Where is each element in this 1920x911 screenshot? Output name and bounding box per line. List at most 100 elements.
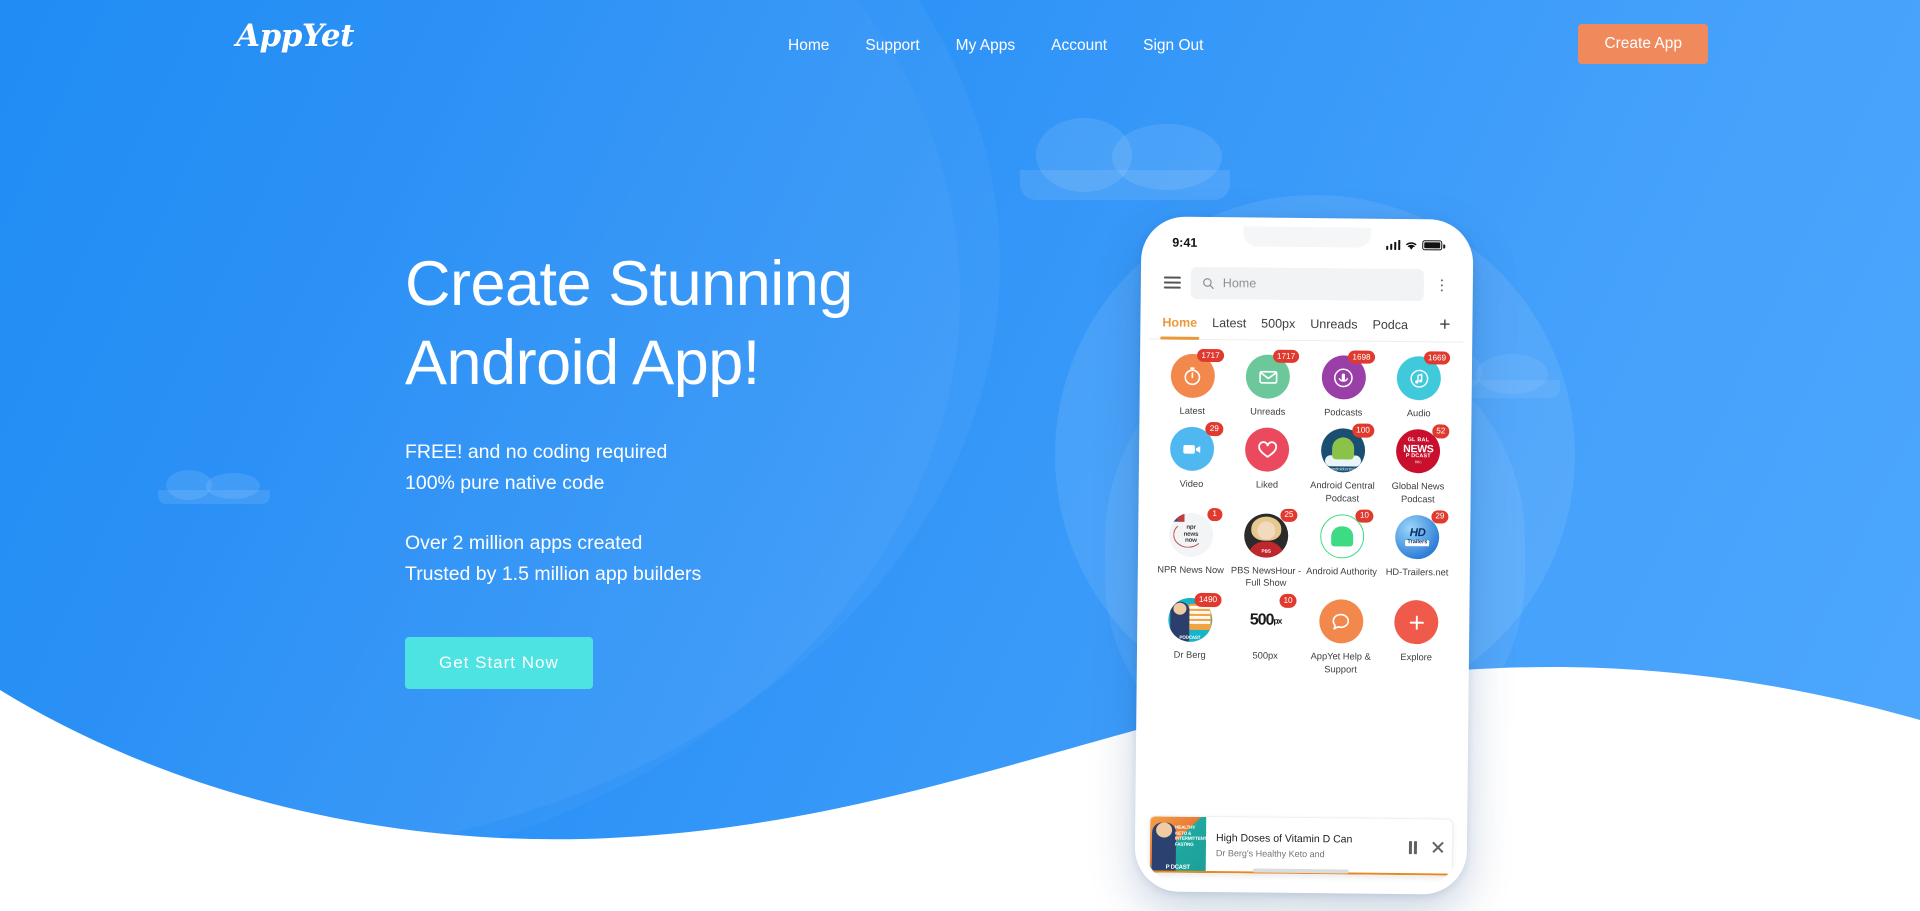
tab-podca[interactable]: Podca	[1372, 307, 1408, 341]
app-tile-label: AppYet Help & Support	[1310, 651, 1371, 675]
hero-sub1-line2: 100% pure native code	[405, 472, 605, 495]
unread-count-badge: 29	[1205, 422, 1224, 436]
page-title: Create Stunning Android App!	[405, 245, 853, 403]
top-navigation-bar: AppYet Home Support My Apps Account Sign Out…	[0, 0, 1920, 86]
hero-title-line-2: Android App!	[405, 327, 760, 398]
app-tile[interactable]: 500 px 10 500px	[1227, 594, 1303, 675]
app-tile-label: HD-Trailers.net	[1385, 566, 1449, 578]
search-icon	[1203, 277, 1214, 289]
brand-logo[interactable]: AppYet	[236, 18, 354, 54]
player-artwork-text: HEALTHY KETO & INTERMITTENT FASTING	[1174, 824, 1207, 848]
hero-title-line-1: Create Stunning	[405, 249, 853, 319]
unread-count-badge: 10	[1355, 509, 1374, 523]
app-icon-wrapper: 1669	[1396, 351, 1451, 401]
unread-count-badge: 1490	[1194, 593, 1222, 607]
app-tile-label: Unreads	[1250, 406, 1286, 417]
app-icon-wrapper	[1318, 599, 1364, 644]
hero-sub2-line2: Trusted by 1.5 million app builders	[405, 563, 702, 586]
app-tile[interactable]: GL BAL NEWS P DCAST BBC 52 Global News Podcas…	[1380, 424, 1456, 505]
app-tile[interactable]: AppYet Help & Support	[1303, 599, 1379, 675]
app-icon-wrapper: 1717	[1170, 348, 1224, 399]
app-tile-label: Video	[1179, 478, 1204, 490]
close-player-button[interactable]	[1424, 840, 1452, 854]
hero-subtitle-group-2: Over 2 million apps created Trusted by 1…	[405, 528, 853, 591]
unread-count-badge: 1669	[1423, 351, 1451, 365]
app-tile[interactable]: 1717 Latest	[1154, 348, 1230, 417]
create-app-button[interactable]: Create App	[1578, 24, 1708, 64]
player-subtitle: Dr Berg's Healthy Keto and	[1215, 847, 1325, 860]
tab-bar: Home Latest 500px Unreads Podca +	[1149, 305, 1464, 343]
app-tile[interactable]: PBS 25 PBS NewsHour - Full Show	[1228, 508, 1304, 589]
app-tile[interactable]: Liked	[1229, 427, 1305, 503]
tab-unreads[interactable]: Unreads	[1310, 307, 1358, 341]
app-icon-wrapper: GL BAL NEWS P DCAST BBC 52	[1396, 424, 1450, 474]
cloud-decoration-top	[1020, 118, 1230, 200]
app-grid: 1717 Latest 1717 Unreads 1698 Podcasts 1669 Aud…	[1144, 339, 1463, 819]
app-tile[interactable]: PODCAST 1490 Dr Berg	[1152, 593, 1228, 674]
app-tile-label: Android Authority	[1306, 565, 1378, 577]
plus-icon	[1394, 600, 1439, 645]
app-tile[interactable]: npr news now 1 NPR News Now	[1153, 507, 1229, 588]
hero-section: Create Stunning Android App! FREE! and n…	[405, 245, 853, 689]
app-tile[interactable]: 29 Video	[1154, 422, 1230, 503]
unread-count-badge: 1717	[1272, 349, 1300, 364]
unread-count-badge: 1717	[1197, 348, 1224, 363]
search-input[interactable]: Home	[1190, 266, 1425, 302]
media-player-bar[interactable]: HEALTHY KETO & INTERMITTENT FASTING P DC…	[1149, 816, 1453, 876]
app-icon-wrapper	[1394, 600, 1439, 645]
unread-count-badge: 29	[1431, 510, 1449, 524]
app-icon-wrapper	[1245, 427, 1290, 473]
app-icon-wrapper: 500 px 10	[1243, 594, 1297, 644]
nav-link-my-apps[interactable]: My Apps	[938, 33, 1033, 59]
nav-link-home[interactable]: Home	[770, 33, 847, 59]
get-start-now-button[interactable]: Get Start Now	[405, 636, 593, 689]
app-tile[interactable]: 10 Android Authority	[1304, 509, 1380, 590]
unread-count-badge: 100	[1351, 423, 1375, 438]
overflow-menu-icon[interactable]	[1434, 279, 1450, 292]
app-tile-label: NPR News Now	[1157, 564, 1224, 575]
heart-icon	[1245, 427, 1290, 473]
unread-count-badge: 25	[1280, 508, 1298, 523]
cloud-decoration-left	[158, 470, 270, 504]
tab-500px[interactable]: 500px	[1261, 306, 1295, 340]
app-tile[interactable]: HD Trailers 29 HD-Trailers.net	[1379, 510, 1455, 591]
npr-artwork: npr news now	[1168, 512, 1214, 557]
hero-sub1-line1: FREE! and no coding required	[405, 440, 668, 463]
nav-link-sign-out[interactable]: Sign Out	[1125, 33, 1221, 59]
unread-count-badge: 10	[1279, 594, 1297, 608]
app-tile[interactable]: 1669 Audio	[1381, 351, 1457, 420]
unread-count-badge: 1	[1207, 507, 1223, 522]
unread-count-badge: 1698	[1348, 350, 1375, 365]
app-tile-label: 500px	[1252, 650, 1278, 662]
app-tile-label: Dr Berg	[1173, 649, 1206, 661]
tab-home[interactable]: Home	[1162, 305, 1197, 339]
hero-sub2-line1: Over 2 million apps created	[405, 531, 643, 554]
hamburger-menu-icon[interactable]	[1163, 276, 1181, 289]
cellular-signal-icon	[1385, 239, 1401, 250]
app-tile[interactable]: Explore	[1378, 600, 1454, 676]
page-root: AppYet Home Support My Apps Account Sign Out…	[0, 0, 1920, 911]
app-icon-wrapper: PODCAST 1490	[1167, 593, 1222, 643]
chat-bubble-icon	[1318, 599, 1364, 644]
app-icon-wrapper: 1698	[1321, 350, 1375, 400]
app-tile-label: Android Central Podcast	[1310, 480, 1375, 504]
phone-screen: 9:41 Home Home Latest 500px Unreads Podc…	[1143, 225, 1465, 886]
tab-latest[interactable]: Latest	[1212, 306, 1246, 340]
app-tile-label: Audio	[1406, 408, 1431, 419]
app-tile-label: Explore	[1400, 652, 1433, 663]
app-tile-label: Podcasts	[1324, 407, 1363, 418]
app-tile[interactable]: 1717 Unreads	[1230, 349, 1306, 418]
app-icon-wrapper: 29	[1169, 422, 1224, 472]
pause-button[interactable]	[1401, 840, 1424, 854]
nav-link-account[interactable]: Account	[1033, 33, 1125, 59]
app-search-bar: Home	[1150, 259, 1464, 308]
app-icon-wrapper: androidcentral 100	[1320, 423, 1375, 473]
app-tile-label: Global News Podcast	[1391, 481, 1445, 504]
app-tile[interactable]: androidcentral 100 Android Central Podcast	[1305, 423, 1381, 504]
app-tile-label: Latest	[1179, 405, 1205, 416]
app-icon-wrapper: 10	[1319, 509, 1374, 559]
app-icon-wrapper: HD Trailers 29	[1395, 510, 1449, 560]
add-tab-button[interactable]: +	[1439, 314, 1450, 335]
app-tile[interactable]: 1698 Podcasts	[1305, 350, 1381, 419]
nav-link-support[interactable]: Support	[847, 33, 937, 59]
